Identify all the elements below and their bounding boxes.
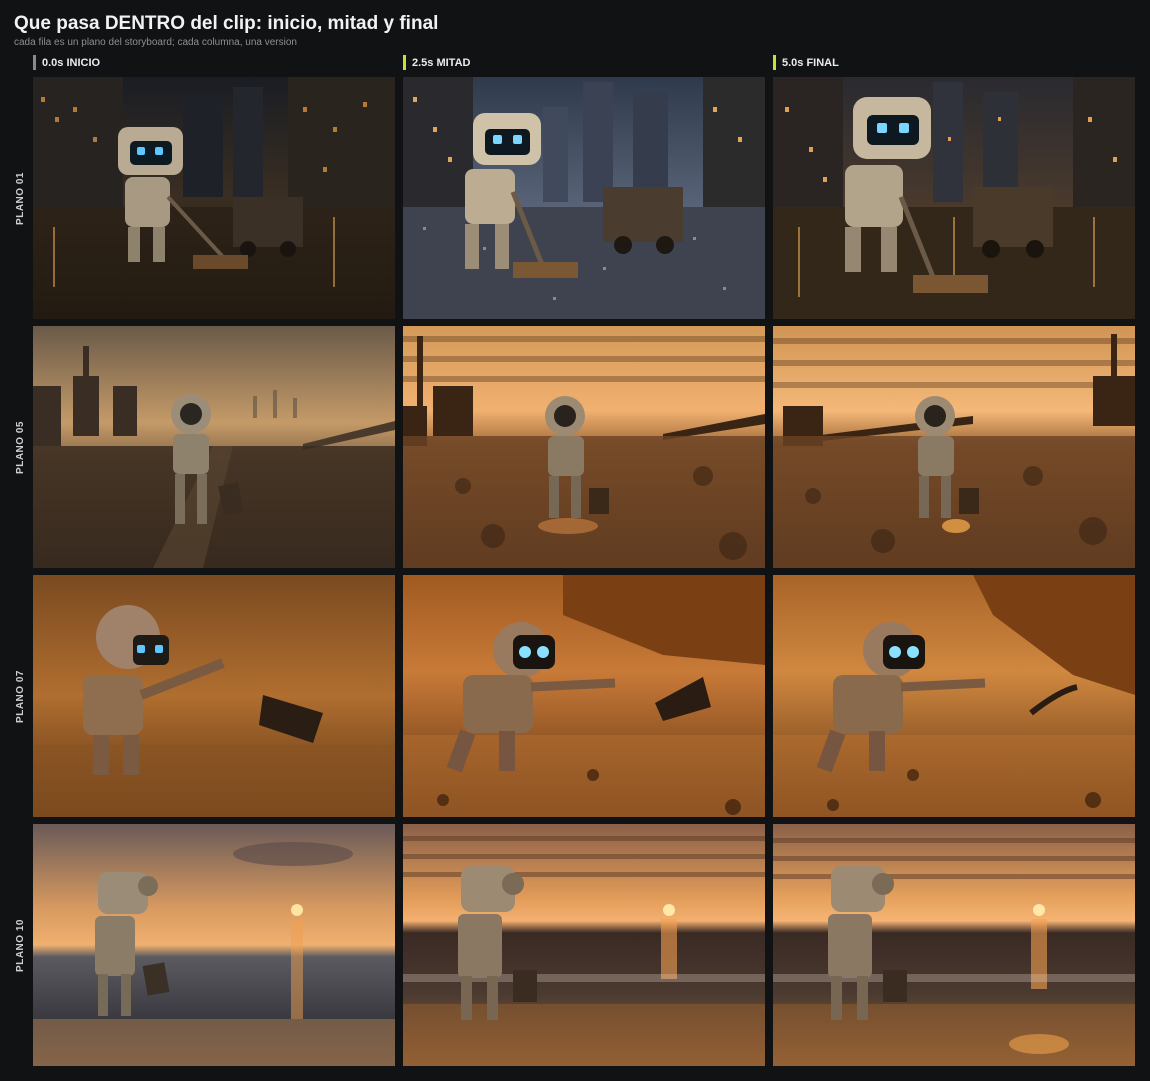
frame-plano-01-final[interactable] — [773, 77, 1135, 319]
column-marker — [33, 55, 36, 70]
column-label: 0.0s INICIO — [42, 56, 101, 69]
row-label-plano-10: PLANO 10 — [14, 918, 26, 972]
frame-plano-01-inicio[interactable] — [33, 77, 395, 319]
frame-plano-05-final[interactable] — [773, 326, 1135, 568]
column-label: 2.5s MITAD — [412, 56, 471, 69]
page-subtitle: cada fila es un plano del storyboard; ca… — [14, 37, 297, 48]
column-marker — [773, 55, 776, 70]
frame-plano-07-mitad[interactable] — [403, 575, 765, 817]
row-label-plano-01: PLANO 01 — [14, 171, 26, 225]
frame-plano-10-inicio[interactable] — [33, 824, 395, 1066]
column-label: 5.0s FINAL — [782, 56, 839, 69]
row-label-plano-05: PLANO 05 — [14, 420, 26, 474]
frame-plano-05-mitad[interactable] — [403, 326, 765, 568]
frame-plano-05-inicio[interactable] — [33, 326, 395, 568]
row-label-plano-07: PLANO 07 — [14, 669, 26, 723]
column-header-end: 5.0s FINAL — [773, 55, 839, 70]
frame-plano-10-final[interactable] — [773, 824, 1135, 1066]
page-title: Que pasa DENTRO del clip: inicio, mitad … — [14, 13, 439, 34]
column-marker — [403, 55, 406, 70]
frame-plano-07-final[interactable] — [773, 575, 1135, 817]
column-header-start: 0.0s INICIO — [33, 55, 100, 70]
frame-plano-07-inicio[interactable] — [33, 575, 395, 817]
column-header-middle: 2.5s MITAD — [403, 55, 470, 70]
frame-plano-10-mitad[interactable] — [403, 824, 765, 1066]
frame-plano-01-mitad[interactable] — [403, 77, 765, 319]
